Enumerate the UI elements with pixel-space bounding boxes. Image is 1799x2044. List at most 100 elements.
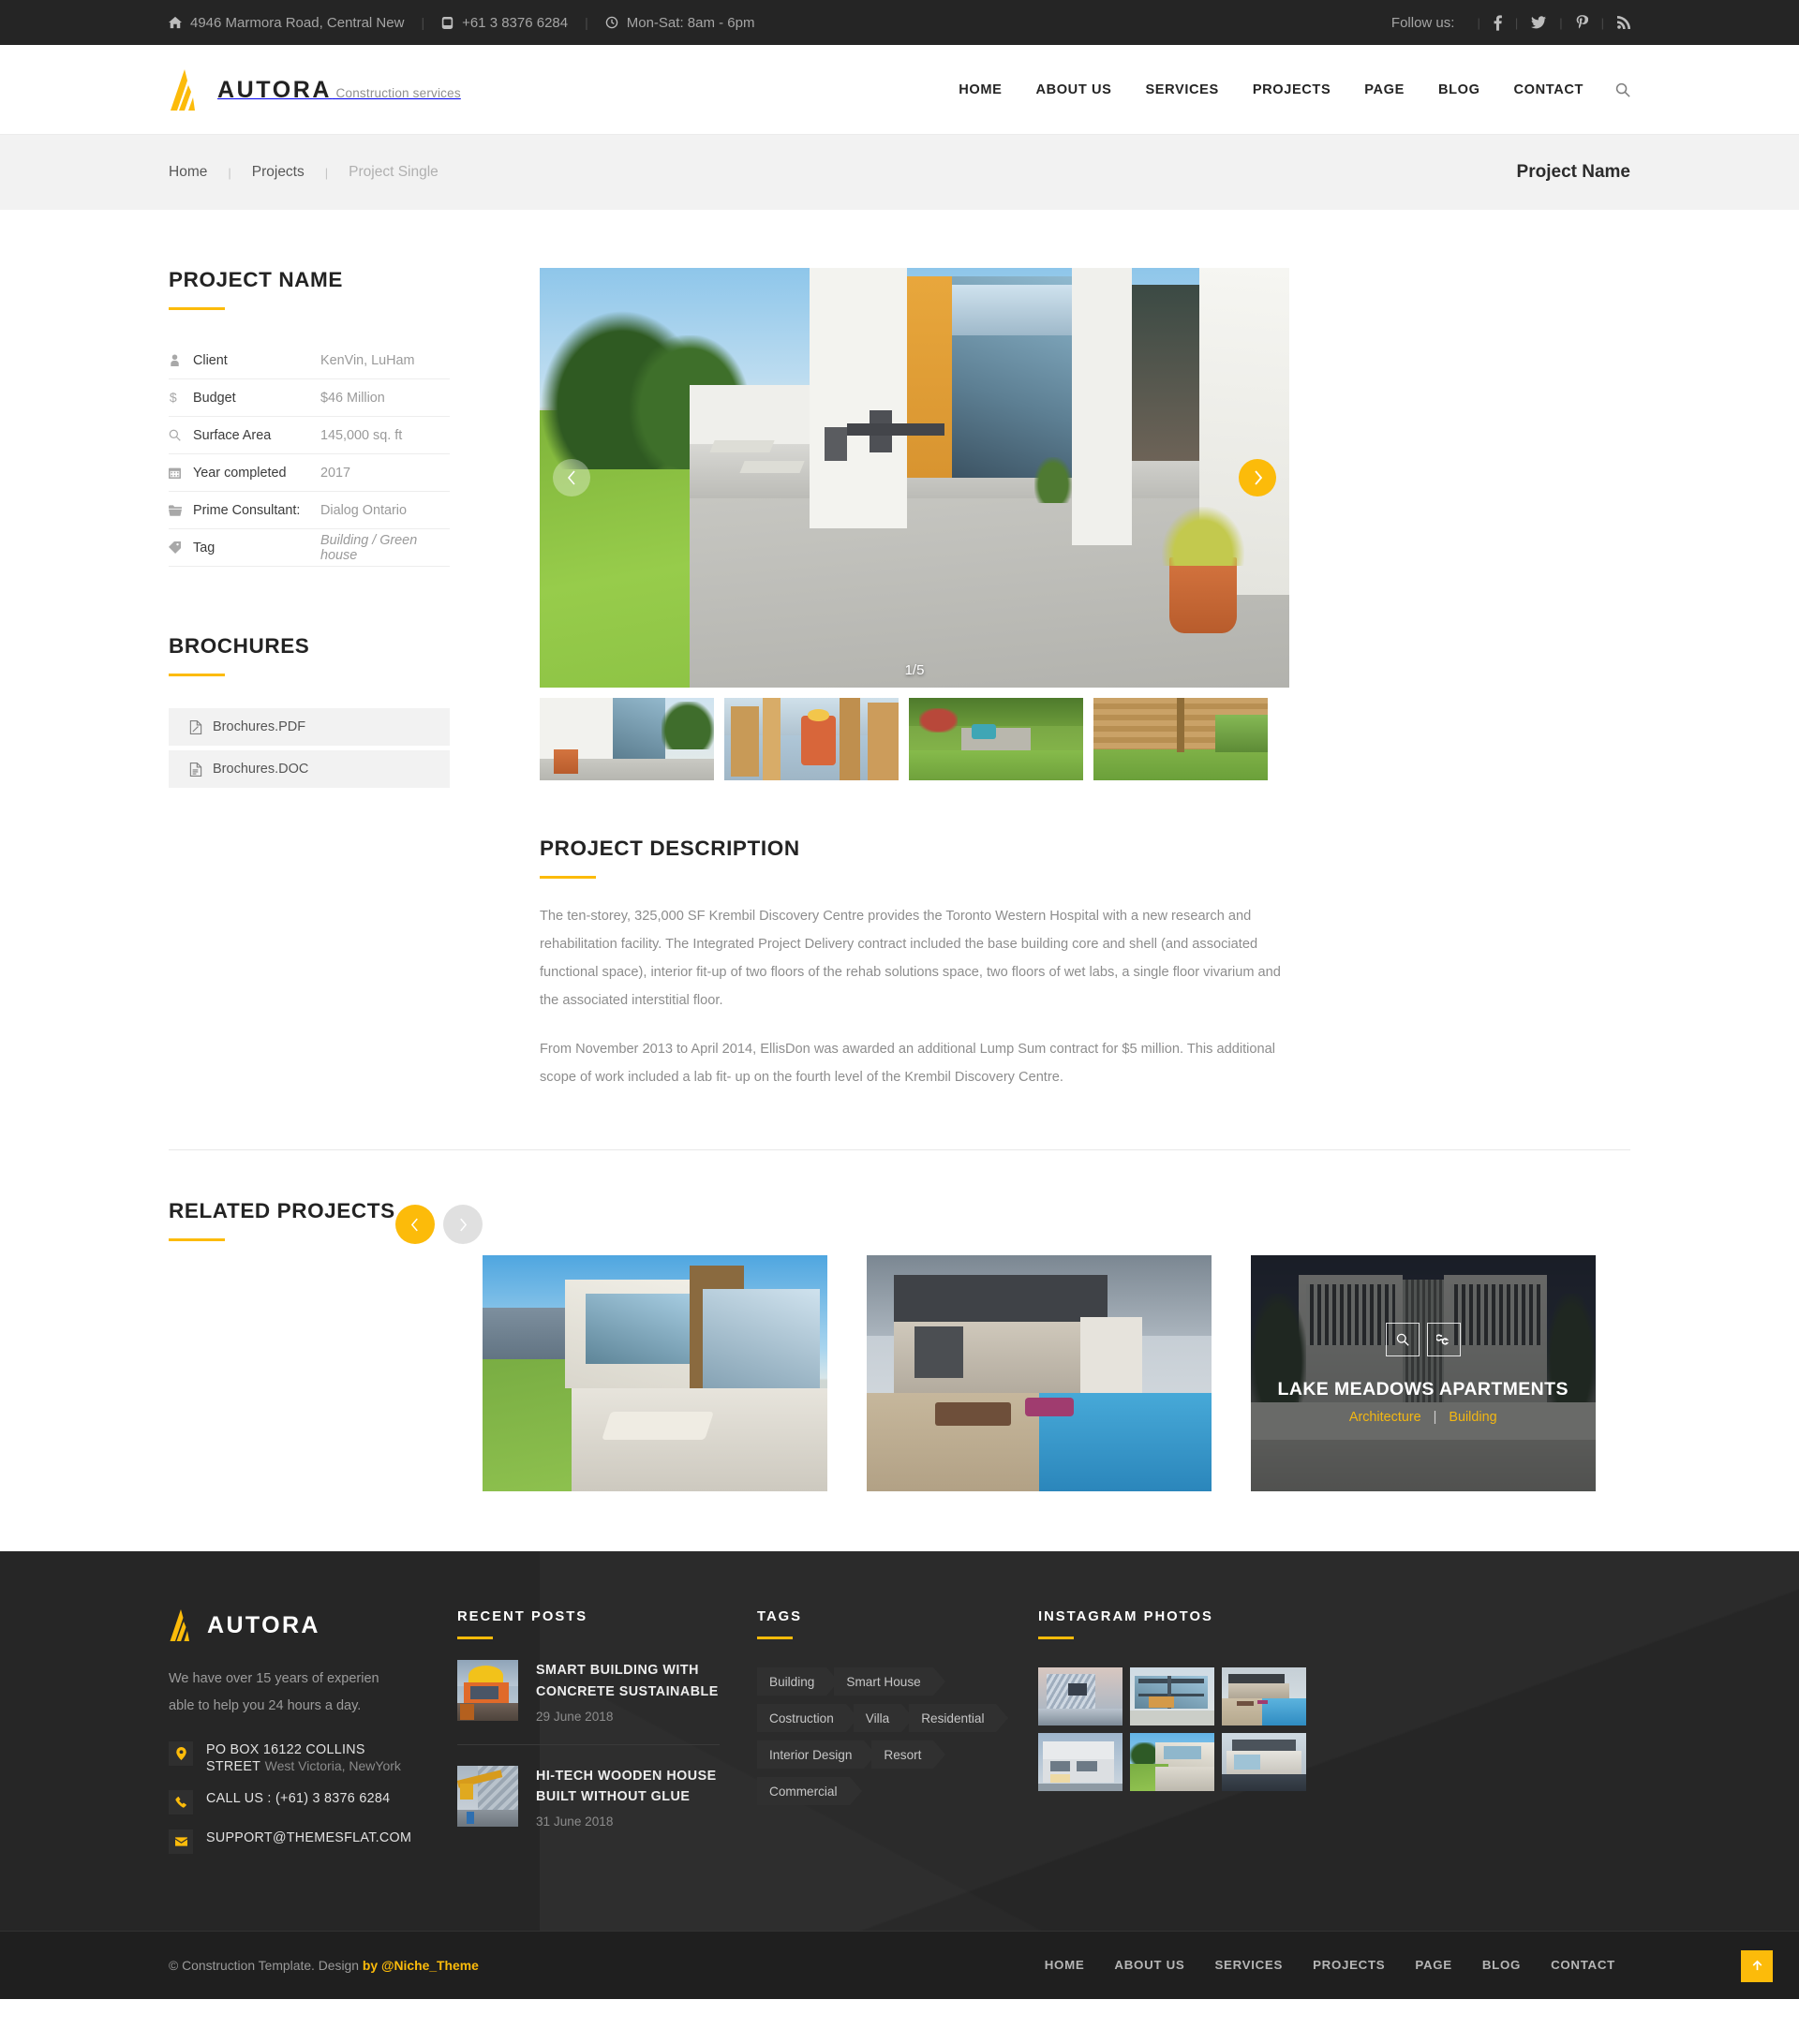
page-title: Project Name <box>1516 162 1630 182</box>
footer-nav-item-home[interactable]: HOME <box>1030 1958 1100 1972</box>
folder-icon <box>169 504 193 516</box>
link-icon[interactable] <box>1426 1322 1461 1356</box>
footer-email-text: SUPPORT@THEMESFLAT.COM <box>206 1829 412 1845</box>
footer-nav-item-services[interactable]: SERVICES <box>1199 1958 1298 1972</box>
related-next-button[interactable] <box>442 1205 483 1245</box>
footer-about-text: We have over 15 years of experien able t… <box>169 1671 379 1713</box>
search-icon[interactable] <box>1615 82 1630 97</box>
breadcrumb-item-home[interactable]: Home <box>169 164 207 181</box>
tag-item[interactable]: Interior Design <box>757 1740 877 1770</box>
footer-nav-item-about-us[interactable]: ABOUT US <box>1099 1958 1199 1972</box>
related-card-category[interactable]: Architecture <box>1349 1410 1421 1425</box>
footer-nav-item-page[interactable]: PAGE <box>1400 1958 1467 1972</box>
footer-address-line2: West Victoria, NewYork <box>264 1757 401 1773</box>
tag-item[interactable]: Smart House <box>834 1667 946 1696</box>
topbar-info: 4946 Marmora Road, Central New | +61 3 8… <box>169 15 754 31</box>
slider-next-button[interactable] <box>1239 459 1276 496</box>
back-to-top-button[interactable] <box>1741 1949 1773 1982</box>
tag-item[interactable]: Resort <box>871 1740 946 1770</box>
slider-thumbnail[interactable] <box>909 698 1083 780</box>
footer-logo[interactable]: AUTORA <box>169 1609 403 1642</box>
spec-label: Tag <box>193 540 216 555</box>
slider-thumbnails <box>540 698 1289 780</box>
post-title: HI-TECH WOODEN HOUSE BUILT WITHOUT GLUE <box>536 1768 717 1804</box>
slider-thumbnail[interactable] <box>724 698 899 780</box>
nav-item-projects[interactable]: PROJECTS <box>1236 82 1347 97</box>
slider-thumbnail[interactable] <box>1093 698 1268 780</box>
facebook-icon[interactable] <box>1494 14 1502 31</box>
twitter-icon[interactable] <box>1531 16 1547 29</box>
related-project-card[interactable] <box>866 1255 1212 1492</box>
topbar-hours: Mon-Sat: 8am - 6pm <box>605 15 754 31</box>
brochure-file-doc[interactable]: Brochures.DOC <box>169 750 450 788</box>
tag-item[interactable]: Villa <box>853 1704 914 1733</box>
related-project-card[interactable] <box>482 1255 827 1492</box>
nav-item-home[interactable]: HOME <box>942 82 1018 97</box>
brochures-block: BROCHURES Brochures.PDF Brochures.DOC <box>169 634 450 788</box>
divider: | <box>1559 15 1563 30</box>
nav-item-page[interactable]: PAGE <box>1347 82 1421 97</box>
description-paragraph: The ten-storey, 325,000 SF Krembil Disco… <box>540 909 1281 1008</box>
doc-file-icon <box>189 762 202 777</box>
copyright-author[interactable]: by @Niche_Theme <box>363 1958 479 1973</box>
topbar-phone-text: +61 3 8376 6284 <box>462 14 569 31</box>
heading-rule <box>169 674 225 676</box>
main-content: PROJECT NAME Client KenVin, LuHam $ Budg… <box>0 210 1799 1551</box>
pdf-file-icon <box>189 719 202 734</box>
nav-item-services[interactable]: SERVICES <box>1128 82 1235 97</box>
spec-label: Year completed <box>193 465 287 481</box>
project-main: 1/5 PROJECT DESCRIPTION The ten-storey, … <box>540 268 1289 1091</box>
tag-item[interactable]: Costruction <box>757 1704 858 1733</box>
project-specs: Client KenVin, LuHam $ Budget $46 Millio… <box>169 342 450 567</box>
instagram-photo[interactable] <box>1222 1667 1306 1726</box>
recent-post-item[interactable]: SMART BUILDING WITH CONCRETE SUSTAINABLE… <box>457 1639 720 1743</box>
instagram-photo[interactable] <box>1130 1667 1214 1726</box>
nav-item-blog[interactable]: BLOG <box>1421 82 1497 97</box>
copyright: © Construction Template. Design by @Nich… <box>169 1958 479 1973</box>
nav-item-contact[interactable]: CONTACT <box>1497 82 1600 97</box>
tag-item[interactable]: Building <box>757 1667 840 1696</box>
spec-row-budget: $ Budget $46 Million <box>169 379 450 417</box>
slider-prev-button[interactable] <box>553 459 590 496</box>
related-prev-button[interactable] <box>394 1205 435 1245</box>
project-image-slider[interactable]: 1/5 <box>540 268 1289 688</box>
spec-value: $46 Million <box>320 390 385 406</box>
instagram-photo[interactable] <box>1130 1733 1214 1792</box>
pinterest-icon[interactable] <box>1576 14 1588 31</box>
instagram-photo[interactable] <box>1222 1733 1306 1792</box>
recent-post-item[interactable]: HI-TECH WOODEN HOUSE BUILT WITHOUT GLUE … <box>457 1743 720 1849</box>
tag-item[interactable]: Commercial <box>757 1777 861 1806</box>
footer-nav-item-contact[interactable]: CONTACT <box>1536 1958 1630 1972</box>
related-card-category[interactable]: Building <box>1449 1410 1496 1425</box>
rss-icon[interactable] <box>1617 16 1630 29</box>
spec-label: Prime Consultant: <box>193 502 301 518</box>
search-icon[interactable] <box>1385 1322 1420 1356</box>
post-thumbnail <box>457 1765 518 1827</box>
brochure-file-pdf[interactable]: Brochures.PDF <box>169 708 450 746</box>
post-thumbnail <box>457 1660 518 1722</box>
main-nav: HOME ABOUT US SERVICES PROJECTS PAGE BLO… <box>942 82 1630 97</box>
footer-nav-item-projects[interactable]: PROJECTS <box>1298 1958 1400 1972</box>
footer-contact-address: PO BOX 16122 COLLINS STREET West Victori… <box>169 1740 403 1775</box>
project-sidebar: PROJECT NAME Client KenVin, LuHam $ Budg… <box>169 268 450 792</box>
instagram-photo[interactable] <box>1038 1733 1123 1792</box>
instagram-photo[interactable] <box>1038 1667 1123 1726</box>
recent-posts-heading: RECENT POSTS <box>457 1609 588 1625</box>
breadcrumb-item-projects[interactable]: Projects <box>252 164 305 181</box>
logo[interactable]: AUTORA Construction services <box>169 69 461 111</box>
footer-nav-item-blog[interactable]: BLOG <box>1467 1958 1536 1972</box>
tag-item[interactable]: Residential <box>909 1704 1009 1733</box>
related-projects-heading: RELATED PROJECTS <box>169 1199 395 1223</box>
topbar-address: 4946 Marmora Road, Central New <box>169 15 404 31</box>
nav-item-about-us[interactable]: ABOUT US <box>1018 82 1128 97</box>
related-project-card-lake-meadows[interactable]: LAKE MEADOWS APARTMENTS Architecture | B… <box>1250 1255 1596 1492</box>
project-info-block: PROJECT NAME Client KenVin, LuHam $ Budg… <box>169 268 450 567</box>
spec-row-tag: Tag Building / Green house <box>169 529 450 567</box>
slider-thumbnail[interactable] <box>540 698 714 780</box>
breadcrumb: Home | Projects | Project Single <box>169 164 439 181</box>
clock-icon <box>605 16 618 29</box>
related-projects-section: RELATED PROJECTS LAKE MEADOWS APARTMENTS… <box>0 1150 1799 1551</box>
spec-label: Client <box>193 352 228 368</box>
brochures-heading: BROCHURES <box>169 634 310 658</box>
heading-rule <box>1038 1637 1074 1640</box>
